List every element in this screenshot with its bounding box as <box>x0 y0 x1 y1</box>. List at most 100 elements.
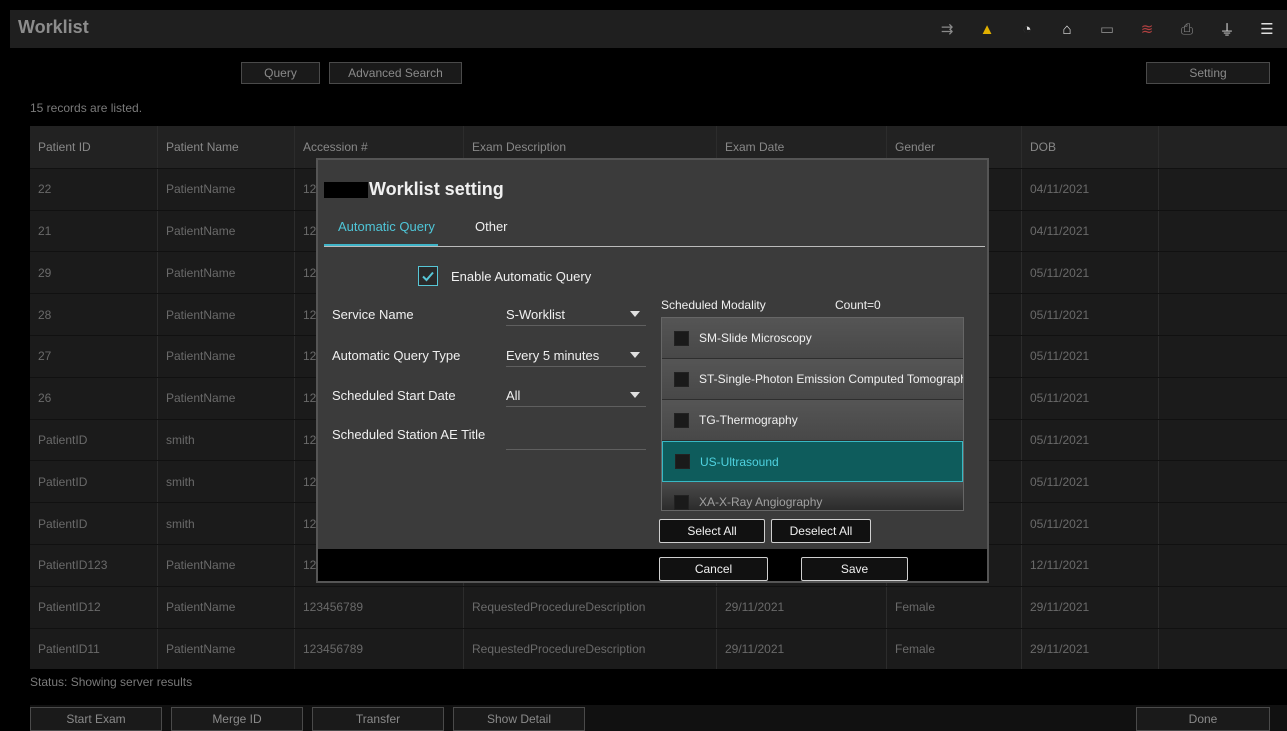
table-cell: PatientName <box>158 377 295 419</box>
save-button[interactable]: Save <box>801 557 908 581</box>
table-cell: 05/11/2021 <box>1022 461 1159 503</box>
start-exam-button[interactable]: Start Exam <box>30 707 162 731</box>
transfer-button[interactable]: Transfer <box>312 707 444 731</box>
table-cell: PatientID <box>30 419 158 461</box>
table-cell: 04/11/2021 <box>1022 210 1159 252</box>
table-cell: 05/11/2021 <box>1022 294 1159 335</box>
dialog-title-mark <box>324 182 368 198</box>
service-name-label: Service Name <box>332 307 414 322</box>
table-cell: PatientID12 <box>30 586 158 628</box>
setting-button[interactable]: Setting <box>1146 62 1270 84</box>
app-title: Worklist <box>18 17 89 37</box>
modality-checkbox[interactable] <box>675 454 690 469</box>
enable-automatic-query-checkbox[interactable] <box>418 266 438 286</box>
cancel-button[interactable]: Cancel <box>659 557 768 581</box>
tab-automatic-query[interactable]: Automatic Query <box>338 219 435 234</box>
table-cell: 22 <box>30 168 158 210</box>
table-cell: 21 <box>30 210 158 252</box>
status-text: Status: Showing server results <box>30 675 193 689</box>
table-cell: 27 <box>30 335 158 377</box>
select-all-button[interactable]: Select All <box>659 519 765 543</box>
table-cell <box>1159 169 1287 210</box>
table-cell: 29/11/2021 <box>1022 586 1159 628</box>
table-cell: Female <box>887 628 1022 670</box>
table-cell: smith <box>158 503 295 544</box>
modality-checkbox[interactable] <box>674 330 689 346</box>
modality-label: US-Ultrasound <box>700 454 779 469</box>
modality-list[interactable]: SM-Slide Microscopy ST-Single-Photon Emi… <box>661 317 964 511</box>
advanced-search-button[interactable]: Advanced Search <box>329 62 462 84</box>
chevron-down-icon <box>630 352 640 358</box>
table-cell <box>1159 629 1287 670</box>
query-type-select[interactable]: Every 5 minutes <box>506 345 646 367</box>
modality-checkbox[interactable] <box>674 412 689 428</box>
table-cell <box>1159 503 1287 544</box>
table-cell: 04/11/2021 <box>1022 168 1159 210</box>
table-cell: 29/11/2021 <box>717 586 887 628</box>
modality-checkbox[interactable] <box>674 494 689 510</box>
table-cell: PatientName <box>158 335 295 377</box>
query-button[interactable]: Query <box>241 62 320 84</box>
table-cell: 29 <box>30 252 158 294</box>
merge-id-button[interactable]: Merge ID <box>171 707 303 731</box>
table-cell: PatientName <box>158 210 295 252</box>
service-name-value: S-Worklist <box>506 307 565 322</box>
table-cell: RequestedProcedureDescription <box>464 586 717 628</box>
disk-icon[interactable]: ◔ <box>1007 21 1047 38</box>
title-bar: Worklist ⇉ ▲ ◔ ⌂ ▭ ≋ ⎙ ⏚ ☰ <box>10 10 1287 48</box>
modality-item[interactable]: ST-Single-Photon Emission Computed Tomog… <box>662 359 963 400</box>
start-date-value: All <box>506 388 521 403</box>
menu-icon[interactable]: ☰ <box>1247 20 1287 38</box>
table-cell <box>1159 336 1287 377</box>
modality-checkbox[interactable] <box>674 371 689 387</box>
modality-item-selected[interactable]: US-Ultrasound <box>662 441 963 482</box>
transfer-icon[interactable]: ⇉ <box>927 20 967 38</box>
start-date-select[interactable]: All <box>506 385 646 407</box>
table-cell: 29/11/2021 <box>717 628 887 670</box>
mouse-icon[interactable]: ⌂ <box>1047 21 1087 38</box>
warning-icon[interactable]: ▲ <box>967 21 1007 38</box>
col-header <box>1159 126 1287 168</box>
status-icons: ⇉ ▲ ◔ ⌂ ▭ ≋ ⎙ ⏚ ☰ <box>927 10 1287 48</box>
query-type-label: Automatic Query Type <box>332 348 461 363</box>
printer-icon[interactable]: ⎙ <box>1167 21 1207 38</box>
table-cell: 12/11/2021 <box>1022 544 1159 586</box>
network-icon[interactable]: ≋ <box>1127 20 1167 38</box>
table-cell <box>1159 378 1287 419</box>
table-cell: RequestedProcedureDescription <box>464 628 717 670</box>
table-row[interactable]: PatientID11 PatientName 123456789 Requested… <box>30 627 1287 670</box>
deselect-all-button[interactable]: Deselect All <box>771 519 871 543</box>
chevron-down-icon <box>630 311 640 317</box>
battery-icon[interactable]: ▭ <box>1087 20 1127 38</box>
modality-label: TG-Thermography <box>699 413 798 427</box>
modality-item[interactable]: XA-X-Ray Angiography <box>662 482 963 510</box>
enable-automatic-query-label: Enable Automatic Query <box>451 269 592 284</box>
service-name-select[interactable]: S-Worklist <box>506 304 646 326</box>
col-header[interactable]: Patient Name <box>158 126 295 168</box>
show-detail-button[interactable]: Show Detail <box>453 707 585 731</box>
table-cell: 05/11/2021 <box>1022 419 1159 461</box>
table-cell <box>1159 252 1287 293</box>
table-cell: smith <box>158 419 295 461</box>
table-cell: PatientID11 <box>30 628 158 670</box>
modality-item[interactable]: TG-Thermography <box>662 400 963 441</box>
checkmark-icon <box>422 271 434 282</box>
ae-title-label: Scheduled Station AE Title <box>332 427 486 442</box>
dialog-title: Worklist setting <box>369 179 504 199</box>
table-cell: PatientName <box>158 628 295 670</box>
col-header[interactable]: Patient ID <box>30 126 158 168</box>
modality-header: Scheduled Modality <box>661 298 766 312</box>
modality-item[interactable]: SM-Slide Microscopy <box>662 318 963 359</box>
table-cell: smith <box>158 461 295 503</box>
table-cell: Female <box>887 586 1022 628</box>
table-row[interactable]: PatientID12 PatientName 123456789 Requested… <box>30 585 1287 628</box>
table-cell <box>1159 545 1287 586</box>
done-button[interactable]: Done <box>1136 707 1270 731</box>
table-cell: PatientID <box>30 461 158 503</box>
table-cell: 05/11/2021 <box>1022 377 1159 419</box>
ae-title-input[interactable] <box>506 430 646 450</box>
tab-other[interactable]: Other <box>475 219 508 234</box>
usb-icon[interactable]: ⏚ <box>1207 19 1247 40</box>
col-header[interactable]: DOB <box>1022 126 1159 168</box>
modality-count: Count=0 <box>835 298 881 312</box>
